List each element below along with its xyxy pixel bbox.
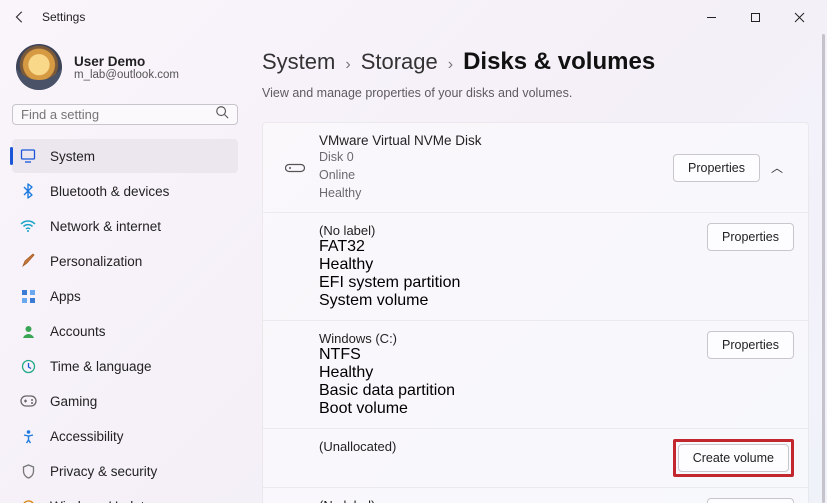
profile-block[interactable]: User Demo m_lab@outlook.com — [12, 40, 238, 104]
game-icon — [18, 391, 38, 411]
sidebar-item-a11y[interactable]: Accessibility — [12, 419, 238, 453]
crumb-system[interactable]: System — [262, 49, 335, 75]
sidebar-item-label: Privacy & security — [50, 464, 157, 479]
volume-sub: Healthy — [319, 364, 707, 382]
minimize-button[interactable] — [689, 2, 733, 32]
brush-icon — [18, 251, 38, 271]
volume-title: Windows (C:) — [319, 331, 707, 346]
disk-title: VMware Virtual NVMe Disk — [319, 133, 673, 148]
disk-header[interactable]: VMware Virtual NVMe Disk Disk 0 Online H… — [263, 123, 808, 213]
disk-icon — [277, 162, 313, 174]
sidebar-item-label: Accessibility — [50, 429, 124, 444]
crumb-current: Disks & volumes — [463, 48, 655, 76]
wu-icon — [18, 496, 38, 503]
sidebar-item-label: Apps — [50, 289, 81, 304]
sidebar-item-wifi[interactable]: Network & internet — [12, 209, 238, 243]
volume-row[interactable]: (No label)NTFSHealthyMicrosoft recovery … — [263, 488, 808, 503]
sidebar-item-bt[interactable]: Bluetooth & devices — [12, 174, 238, 208]
sidebar-item-label: Network & internet — [50, 219, 161, 234]
main-pane: System › Storage › Disks & volumes View … — [248, 34, 827, 503]
sidebar-item-system[interactable]: System — [12, 139, 238, 173]
page-description: View and manage properties of your disks… — [262, 86, 809, 100]
profile-name: User Demo — [74, 54, 179, 69]
titlebar: Settings — [0, 0, 827, 34]
sidebar-item-time[interactable]: Time & language — [12, 349, 238, 383]
sidebar-item-label: Windows Update — [50, 499, 152, 503]
scrollbar[interactable] — [822, 34, 825, 503]
disk-properties-button[interactable]: Properties — [673, 154, 760, 182]
volume-sub: NTFS — [319, 346, 707, 364]
acct-icon — [18, 321, 38, 341]
chevron-right-icon: › — [448, 56, 453, 74]
disk-sub3: Healthy — [319, 184, 673, 202]
sidebar: User Demo m_lab@outlook.com System Blueto… — [0, 34, 248, 503]
volume-title: (No label) — [319, 498, 707, 503]
volume-properties-button[interactable]: Properties — [707, 331, 794, 359]
nav-list: System Bluetooth & devices Network & inter… — [12, 139, 238, 503]
volume-title: (Unallocated) — [319, 439, 673, 454]
a11y-icon — [18, 426, 38, 446]
chevron-right-icon: › — [345, 56, 350, 74]
sidebar-item-label: Time & language — [50, 359, 152, 374]
disk-sub2: Online — [319, 166, 673, 184]
bt-icon — [18, 181, 38, 201]
sidebar-item-label: Accounts — [50, 324, 106, 339]
volume-sub: Boot volume — [319, 400, 707, 418]
profile-email: m_lab@outlook.com — [74, 69, 179, 81]
volume-row[interactable]: Windows (C:)NTFSHealthyBasic data partit… — [263, 321, 808, 429]
wifi-icon — [18, 216, 38, 236]
breadcrumb: System › Storage › Disks & volumes — [262, 48, 809, 76]
close-button[interactable] — [777, 2, 821, 32]
chevron-up-icon[interactable]: ︿ — [760, 159, 794, 176]
create-volume-button[interactable]: Create volume — [678, 444, 789, 472]
sidebar-item-label: Bluetooth & devices — [50, 184, 169, 199]
volume-sub: EFI system partition — [319, 274, 707, 292]
sidebar-item-apps[interactable]: Apps — [12, 279, 238, 313]
sidebar-item-brush[interactable]: Personalization — [12, 244, 238, 278]
priv-icon — [18, 461, 38, 481]
sidebar-item-priv[interactable]: Privacy & security — [12, 454, 238, 488]
apps-icon — [18, 286, 38, 306]
maximize-button[interactable] — [733, 2, 777, 32]
sidebar-item-label: Personalization — [50, 254, 142, 269]
avatar — [16, 44, 62, 90]
sidebar-item-label: System — [50, 149, 95, 164]
volume-properties-button[interactable]: Properties — [707, 498, 794, 503]
volume-properties-button[interactable]: Properties — [707, 223, 794, 251]
back-button[interactable] — [6, 3, 34, 31]
time-icon — [18, 356, 38, 376]
volume-sub: Healthy — [319, 256, 707, 274]
search-box[interactable] — [12, 104, 238, 125]
window-title: Settings — [42, 10, 85, 24]
search-icon — [215, 105, 229, 124]
search-input[interactable] — [21, 107, 215, 122]
volume-row[interactable]: (Unallocated) Create volume — [263, 429, 808, 488]
disk-panel: VMware Virtual NVMe Disk Disk 0 Online H… — [262, 122, 809, 503]
volume-title: (No label) — [319, 223, 707, 238]
sidebar-item-game[interactable]: Gaming — [12, 384, 238, 418]
sidebar-item-acct[interactable]: Accounts — [12, 314, 238, 348]
volume-sub: Basic data partition — [319, 382, 707, 400]
volume-row[interactable]: (No label)FAT32HealthyEFI system partiti… — [263, 213, 808, 321]
volume-sub: System volume — [319, 292, 707, 310]
sidebar-item-label: Gaming — [50, 394, 97, 409]
disk-sub1: Disk 0 — [319, 148, 673, 166]
crumb-storage[interactable]: Storage — [361, 49, 438, 75]
system-icon — [18, 146, 38, 166]
volume-sub: FAT32 — [319, 238, 707, 256]
sidebar-item-wu[interactable]: Windows Update — [12, 489, 238, 503]
highlight-box: Create volume — [673, 439, 794, 477]
